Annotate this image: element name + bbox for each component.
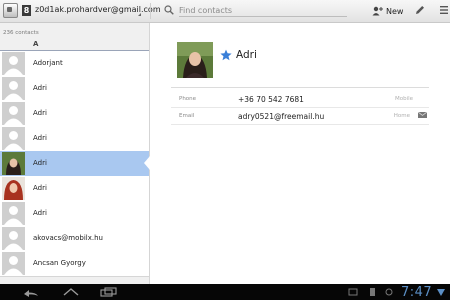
back-icon[interactable] xyxy=(22,287,40,297)
notification-icon[interactable] xyxy=(368,287,377,297)
notification-icon[interactable] xyxy=(348,287,358,297)
new-contact-icon xyxy=(372,6,383,16)
contact-row-name: Adri xyxy=(33,109,47,117)
contact-row-name: Ancsan Gyorgy xyxy=(33,259,86,267)
contact-row-name: Adri xyxy=(33,209,47,217)
account-badge-icon: 8 xyxy=(22,5,31,16)
avatar xyxy=(2,252,25,275)
contact-row[interactable]: Adri xyxy=(0,126,149,152)
email-label: Email xyxy=(179,113,195,119)
action-bar: 8 z0d1ak.prohardver@gmail.com New xyxy=(0,0,450,23)
contact-row-name: akovacs@mobilx.hu xyxy=(33,234,103,242)
avatar xyxy=(2,177,25,200)
phone-label: Phone xyxy=(179,96,197,102)
contact-row-name: Adri xyxy=(33,159,47,167)
contact-row[interactable]: Adri xyxy=(0,201,149,227)
email-type: Home xyxy=(393,113,410,119)
avatar xyxy=(2,102,25,125)
avatar xyxy=(2,77,25,100)
contact-row[interactable]: Adorjant xyxy=(0,51,149,77)
avatar xyxy=(2,52,25,75)
divider xyxy=(150,3,151,19)
contact-list[interactable]: 236 contacts A Adorjant Adri Adri Adri Adri A… xyxy=(0,23,150,284)
section-header: A xyxy=(0,40,149,51)
account-selector[interactable]: z0d1ak.prohardver@gmail.com xyxy=(35,5,161,14)
signal-icon xyxy=(437,289,445,296)
search-input[interactable] xyxy=(179,4,347,17)
contact-row[interactable]: akovacs@mobilx.hu xyxy=(0,226,149,252)
divider xyxy=(171,107,429,108)
contact-photo xyxy=(177,42,213,78)
new-contact-label: New xyxy=(386,6,404,16)
contact-row-name: Adorjant xyxy=(33,59,63,67)
email-value[interactable]: adry0521@freemail.hu xyxy=(238,112,324,121)
new-contact-button[interactable]: New xyxy=(372,3,403,19)
contact-detail: Adri Phone +36 70 542 7681 Mobile Email … xyxy=(150,23,450,284)
contact-row[interactable]: Adri xyxy=(0,176,149,202)
contacts-app-icon[interactable] xyxy=(3,3,18,18)
divider xyxy=(171,87,429,88)
system-bar: 7:47 xyxy=(0,284,450,300)
clock[interactable]: 7:47 xyxy=(401,285,432,300)
overflow-menu-icon[interactable] xyxy=(440,6,448,14)
contact-row[interactable]: Adri xyxy=(0,151,150,177)
divider xyxy=(171,124,429,125)
phone-value[interactable]: +36 70 542 7681 xyxy=(238,95,304,104)
contact-row-name: Adri xyxy=(33,134,47,142)
phone-type: Mobile xyxy=(394,96,413,102)
contact-row-name: Adri xyxy=(33,84,47,92)
email-icon[interactable] xyxy=(418,112,427,118)
account-caret-icon xyxy=(138,13,141,16)
recent-apps-icon[interactable] xyxy=(100,287,118,297)
contact-row[interactable]: Ancsan Gyorgy xyxy=(0,251,149,277)
section-letter: A xyxy=(33,40,39,48)
contact-row[interactable]: Adri xyxy=(0,76,149,102)
avatar xyxy=(2,152,25,175)
avatar xyxy=(2,127,25,150)
avatar xyxy=(2,202,25,225)
contact-name: Adri xyxy=(236,49,257,61)
avatar xyxy=(2,227,25,250)
contact-row[interactable]: Adri xyxy=(0,101,149,127)
contact-row-name: Adri xyxy=(33,184,47,192)
edit-icon[interactable] xyxy=(415,5,425,15)
home-icon[interactable] xyxy=(63,287,79,297)
notification-icon[interactable] xyxy=(384,287,394,297)
favorite-star-icon[interactable] xyxy=(220,49,232,61)
search-icon xyxy=(164,5,174,15)
contact-count: 236 contacts xyxy=(3,30,39,36)
